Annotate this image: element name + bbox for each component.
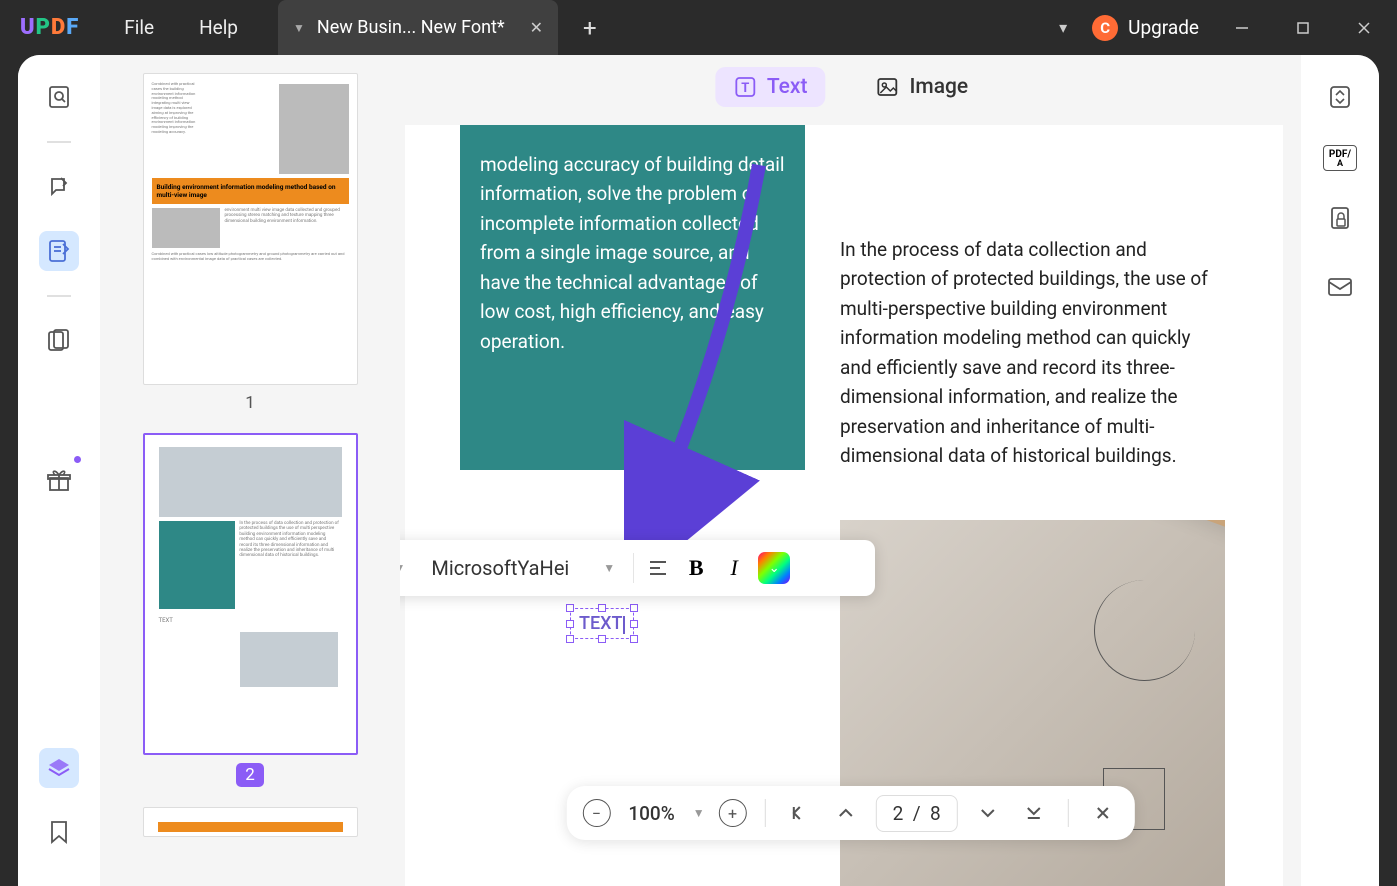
app-body: Combined with practical cases the buildi… [18, 55, 1379, 886]
thumbnail-page-2[interactable]: In the process of data collection and pr… [143, 433, 358, 755]
align-button[interactable] [644, 554, 672, 582]
font-toolbar: 12 ▼ MicrosoftYaHei ▼ B I ⌄ [400, 540, 875, 596]
thumbnail-page-3[interactable] [143, 807, 358, 837]
text-edit-box[interactable]: TEXT [570, 608, 634, 639]
left-tool-rail [18, 55, 100, 886]
bold-button[interactable]: B [682, 554, 710, 582]
close-nav-button[interactable] [1087, 797, 1119, 829]
organize-tool[interactable] [39, 321, 79, 361]
thumbnail-panel: Combined with practical cases the buildi… [100, 55, 400, 886]
tab-close-icon[interactable]: ✕ [530, 18, 543, 37]
bookmark-tool[interactable] [39, 812, 79, 852]
thumb2-small-text: TEXT [159, 617, 342, 624]
tab-dropdown-icon[interactable]: ▼ [293, 21, 305, 35]
inserted-text[interactable]: TEXT [579, 613, 622, 634]
text-color-button[interactable]: ⌄ [758, 552, 790, 584]
zoom-out-button[interactable]: − [582, 799, 610, 827]
document-page[interactable]: modeling accuracy of building detail inf… [405, 125, 1283, 886]
zoom-dropdown-icon[interactable]: ▼ [693, 806, 705, 820]
teal-text-block[interactable]: modeling accuracy of building detail inf… [460, 125, 805, 470]
window-close-icon[interactable] [1346, 10, 1382, 46]
chevron-down-icon: ▼ [400, 561, 405, 575]
image-icon [875, 75, 899, 99]
italic-button[interactable]: I [720, 554, 748, 582]
rail-separator [47, 295, 71, 297]
reader-tool[interactable] [39, 77, 79, 117]
first-page-button[interactable] [784, 797, 816, 829]
page-indicator[interactable]: 2 / 8 [876, 795, 958, 832]
user-avatar[interactable]: C [1092, 15, 1118, 41]
text-tab-label: Text [767, 75, 808, 99]
body-text-block[interactable]: In the process of data collection and pr… [840, 235, 1210, 471]
zoom-in-button[interactable]: + [719, 799, 747, 827]
thumbnail-page-1[interactable]: Combined with practical cases the buildi… [143, 73, 358, 385]
prev-page-button[interactable] [830, 797, 862, 829]
upgrade-button[interactable]: Upgrade [1128, 16, 1199, 39]
document-tab[interactable]: ▼ New Busin... New Font* ✕ [278, 0, 558, 55]
thumb1-title: Building environment information modelin… [152, 178, 349, 204]
svg-text:T: T [741, 81, 749, 96]
zoom-level[interactable]: 100% [624, 802, 678, 825]
text-icon: T [733, 75, 757, 99]
canvas-area: T Text Image modeling accuracy of buildi… [400, 55, 1301, 886]
image-tab-label: Image [909, 75, 968, 99]
share-tool[interactable] [1320, 267, 1360, 307]
tab-title: New Busin... New Font* [317, 17, 515, 38]
next-page-button[interactable] [972, 797, 1004, 829]
menu-file[interactable]: File [124, 16, 154, 39]
thumb2-label: 2 [236, 763, 264, 787]
menu-help[interactable]: Help [199, 16, 238, 39]
app-logo: UPDF [20, 15, 79, 40]
tabs-overflow-icon[interactable]: ▾ [1059, 18, 1067, 37]
title-bar: UPDF File Help ▼ New Busin... New Font* … [0, 0, 1397, 55]
right-tool-rail: PDF/A [1301, 55, 1379, 886]
comment-tool[interactable] [39, 167, 79, 207]
layers-tool[interactable] [39, 748, 79, 788]
thumb1-label: 1 [245, 393, 255, 413]
window-maximize-icon[interactable] [1285, 10, 1321, 46]
protect-tool[interactable] [1320, 199, 1360, 239]
chevron-down-icon: ⌄ [769, 561, 780, 576]
page-nav-bar: − 100% ▼ + 2 / 8 [566, 786, 1134, 840]
convert-tool[interactable] [1320, 77, 1360, 117]
new-tab-button[interactable]: + [583, 14, 597, 42]
edit-tool[interactable] [39, 231, 79, 271]
rail-separator [47, 141, 71, 143]
chevron-down-icon: ▼ [603, 561, 615, 575]
window-minimize-icon[interactable] [1224, 10, 1260, 46]
font-family-dropdown[interactable]: MicrosoftYaHei ▼ [423, 556, 623, 580]
gift-tool[interactable] [39, 460, 79, 500]
font-size-dropdown[interactable]: 12 ▼ [400, 556, 413, 580]
pdfa-tool[interactable]: PDF/A [1323, 145, 1357, 171]
text-tool-tab[interactable]: T Text [715, 67, 826, 107]
last-page-button[interactable] [1018, 797, 1050, 829]
image-tool-tab[interactable]: Image [857, 67, 986, 107]
